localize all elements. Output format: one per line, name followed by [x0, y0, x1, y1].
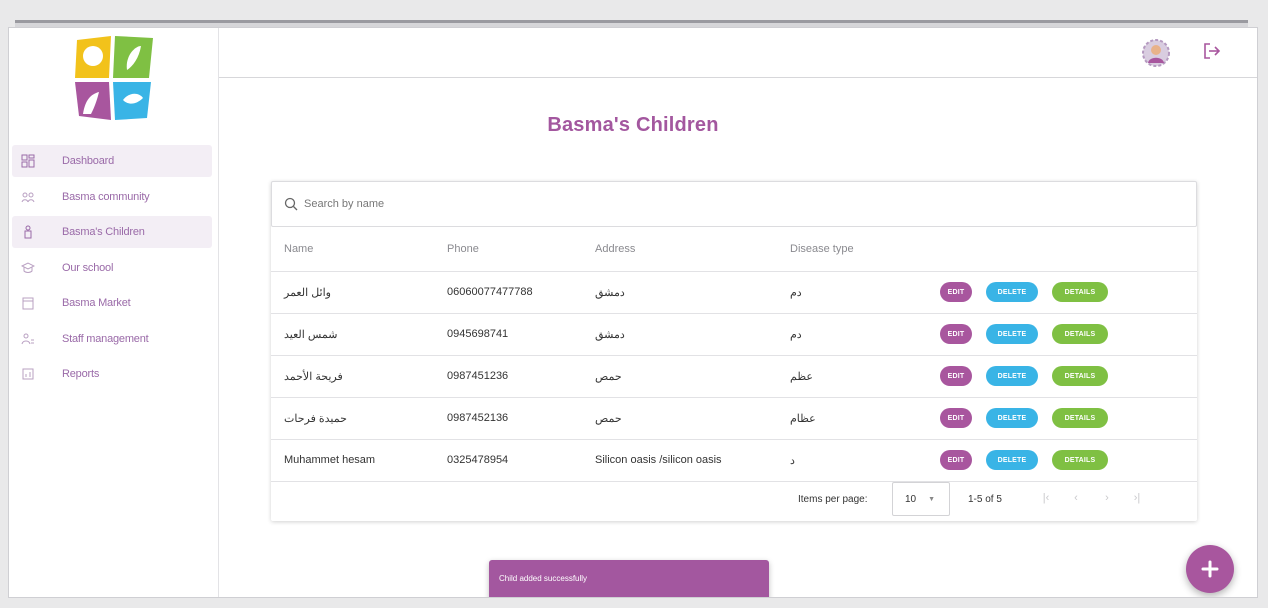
app-window: Dashboard Basma community Basma's Childr…: [8, 27, 1258, 598]
child-disease: دم: [790, 286, 802, 299]
add-child-button[interactable]: [1186, 545, 1234, 593]
sidebar-item-community[interactable]: Basma community: [12, 181, 212, 213]
child-phone: 06060077477788: [447, 271, 595, 314]
sidebar-item-label: Our school: [62, 262, 114, 274]
edit-button[interactable]: EDIT: [940, 408, 972, 428]
column-header-actions: [940, 227, 1197, 272]
child-name: فريحة الأحمد: [284, 370, 343, 383]
paginator: Items per page: 10 ▼ 1-5 of 5 |‹ ‹ › ›|: [271, 482, 1197, 538]
child-address: حمص: [595, 412, 622, 425]
reports-icon: [20, 366, 36, 382]
toast-message: Child added successfully: [499, 574, 588, 583]
sidebar: Dashboard Basma community Basma's Childr…: [9, 28, 219, 597]
child-address: حمص: [595, 370, 622, 383]
items-per-page-label: Items per page:: [798, 494, 868, 505]
child-name: Muhammet hesam: [271, 439, 447, 482]
range-label: 1-5 of 5: [968, 494, 1002, 505]
children-table-card: Name Phone Address Disease type وائل الع…: [271, 181, 1197, 521]
child-phone: 0945698741: [447, 313, 595, 356]
delete-button[interactable]: DELETE: [986, 366, 1038, 386]
child-disease: عظام: [790, 412, 816, 425]
page-title: Basma's Children: [547, 114, 719, 136]
last-page-icon[interactable]: ›|: [1130, 492, 1144, 506]
sidebar-item-reports[interactable]: Reports: [12, 358, 212, 390]
column-header-disease[interactable]: Disease type: [790, 227, 940, 272]
column-header-name[interactable]: Name: [271, 227, 447, 272]
child-phone: 0987451236: [447, 355, 595, 398]
top-header: [219, 28, 1257, 78]
table-header-row: Name Phone Address Disease type: [271, 227, 1197, 272]
sidebar-item-staff[interactable]: Staff management: [12, 323, 212, 355]
edit-button[interactable]: EDIT: [940, 282, 972, 302]
logout-icon[interactable]: [1201, 40, 1223, 62]
edit-button[interactable]: EDIT: [940, 324, 972, 344]
column-header-address[interactable]: Address: [595, 227, 790, 272]
items-per-page-select[interactable]: 10 ▼: [892, 482, 950, 516]
user-avatar-icon[interactable]: [1141, 38, 1171, 68]
details-button[interactable]: DETAILS: [1052, 366, 1108, 386]
prev-page-icon[interactable]: ‹: [1069, 492, 1083, 506]
search-icon: [284, 197, 298, 211]
edit-button[interactable]: EDIT: [940, 366, 972, 386]
child-disease: دم: [790, 328, 802, 341]
delete-button[interactable]: DELETE: [986, 408, 1038, 428]
child-address: دمشق: [595, 328, 625, 341]
children-table: Name Phone Address Disease type وائل الع…: [271, 227, 1197, 482]
delete-button[interactable]: DELETE: [986, 324, 1038, 344]
child-disease: د: [790, 454, 795, 467]
sidebar-item-label: Basma Market: [62, 297, 131, 309]
next-page-icon[interactable]: ›: [1100, 492, 1114, 506]
sidebar-item-market[interactable]: Basma Market: [12, 287, 212, 319]
sidebar-item-school[interactable]: Our school: [12, 252, 212, 284]
search-bar: [271, 181, 1197, 227]
delete-button[interactable]: DELETE: [986, 450, 1038, 470]
delete-button[interactable]: DELETE: [986, 282, 1038, 302]
table-row: Muhammet hesam 0325478954 Silicon oasis …: [271, 439, 1197, 482]
sidebar-item-dashboard[interactable]: Dashboard: [12, 145, 212, 177]
plus-icon: [1201, 560, 1219, 578]
school-icon: [20, 260, 36, 276]
community-icon: [20, 189, 36, 205]
table-row: وائل العمر 06060077477788 دمشق دم EDIT D…: [271, 271, 1197, 314]
details-button[interactable]: DETAILS: [1052, 282, 1108, 302]
child-icon: [20, 224, 36, 240]
edit-button[interactable]: EDIT: [940, 450, 972, 470]
details-button[interactable]: DETAILS: [1052, 324, 1108, 344]
snackbar-toast: Child added successfully: [489, 560, 769, 597]
staff-icon: [20, 331, 36, 347]
page-size-value: 10: [905, 493, 917, 505]
sidebar-item-label: Dashboard: [62, 155, 115, 167]
child-address: دمشق: [595, 286, 625, 299]
search-input[interactable]: [304, 198, 904, 210]
child-phone: 0325478954: [447, 439, 595, 482]
chevron-down-icon: ▼: [928, 495, 936, 503]
child-name: شمس العيد: [284, 328, 338, 341]
sidebar-item-label: Staff management: [62, 333, 149, 345]
market-icon: [20, 295, 36, 311]
table-row: حميدة فرحات 0987452136 حمص عظام EDIT DEL…: [271, 397, 1197, 440]
child-disease: عظم: [790, 370, 813, 383]
sidebar-item-label: Basma community: [62, 191, 150, 203]
child-address: Silicon oasis /silicon oasis: [595, 439, 790, 482]
child-name: حميدة فرحات: [284, 412, 347, 425]
details-button[interactable]: DETAILS: [1052, 450, 1108, 470]
basma-logo: [75, 36, 153, 120]
column-header-phone[interactable]: Phone: [447, 227, 595, 272]
dashboard-icon: [20, 153, 36, 169]
sidebar-item-children[interactable]: Basma's Children: [12, 216, 212, 248]
child-phone: 0987452136: [447, 397, 595, 440]
first-page-icon[interactable]: |‹: [1039, 492, 1053, 506]
sidebar-item-label: Basma's Children: [62, 226, 145, 238]
child-name: وائل العمر: [284, 286, 331, 299]
details-button[interactable]: DETAILS: [1052, 408, 1108, 428]
sidebar-item-label: Reports: [62, 368, 100, 380]
table-row: شمس العيد 0945698741 دمشق دم EDIT DELETE…: [271, 313, 1197, 356]
table-row: فريحة الأحمد 0987451236 حمص عظم EDIT DEL…: [271, 355, 1197, 398]
